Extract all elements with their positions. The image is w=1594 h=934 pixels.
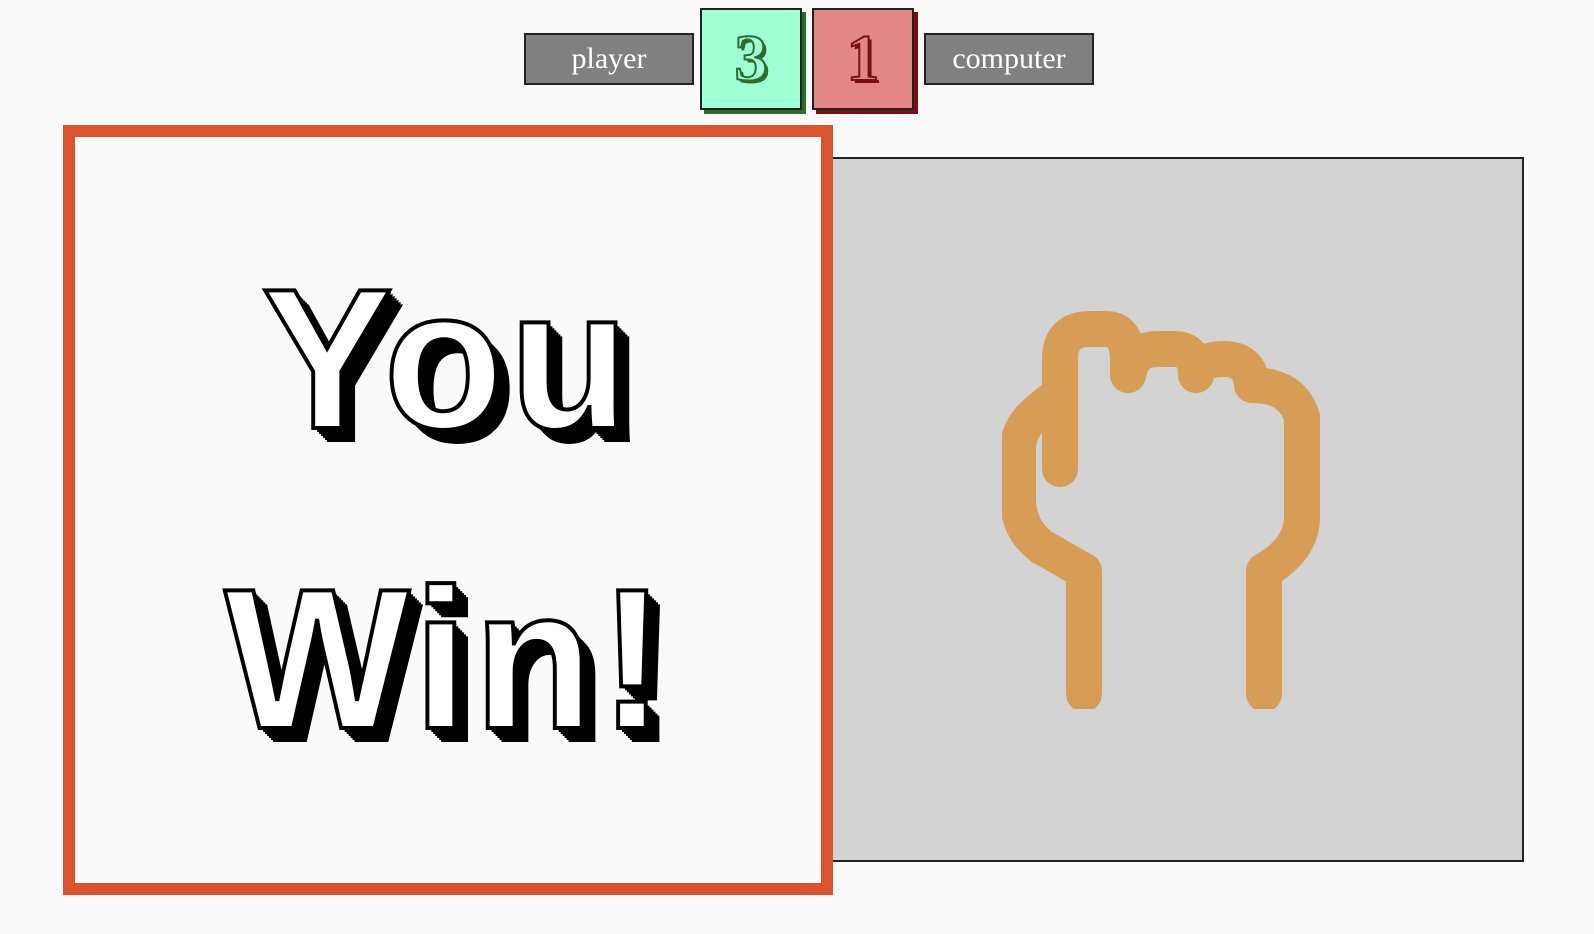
fist-icon bbox=[1002, 311, 1320, 709]
result-line-you: You bbox=[259, 246, 635, 473]
computer-score: 1 bbox=[812, 8, 914, 110]
result-card: You Win! bbox=[63, 125, 833, 895]
result-line-win: Win! bbox=[223, 546, 672, 773]
player-label: player bbox=[524, 33, 694, 85]
computer-choice-card bbox=[820, 157, 1524, 862]
computer-label: computer bbox=[924, 33, 1094, 85]
scoreboard: player 3 1 computer bbox=[0, 0, 1594, 120]
player-score: 3 bbox=[700, 8, 802, 110]
result-message: You Win! bbox=[75, 137, 821, 883]
